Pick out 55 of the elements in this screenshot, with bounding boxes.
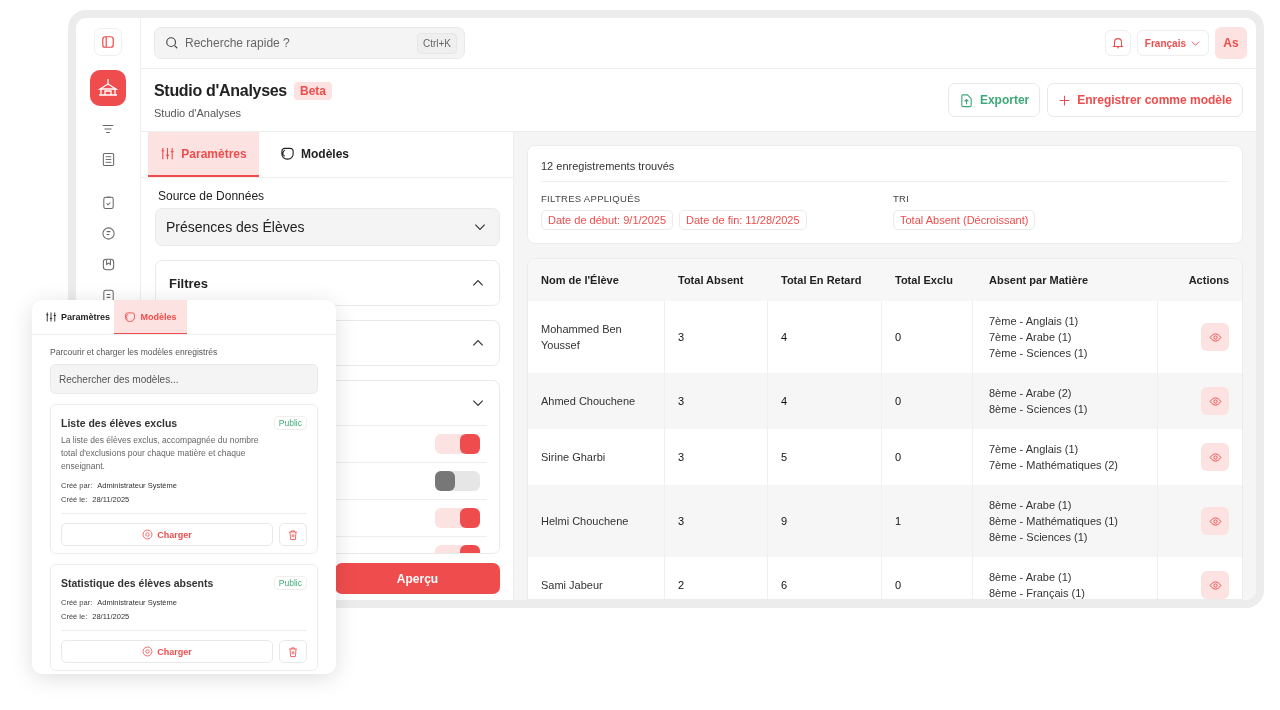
shortcut-key: Ctrl+K [416, 32, 457, 54]
table-cell-text: 7ème - Mathématiques (2) [989, 458, 1118, 473]
table-cell-text: 8ème - Français (1) [989, 586, 1085, 599]
column-header: Total Exclu [895, 274, 953, 286]
table-cell-text: Ahmed Chouchene [541, 394, 636, 409]
table-cell-text: Helmi Chouchene [541, 514, 629, 529]
table-cell-text: 7ème - Sciences (1) [989, 346, 1088, 361]
table-cell: 4 [781, 331, 788, 343]
table-cell: 0 [895, 579, 902, 591]
table-cell: 9 [781, 515, 788, 527]
beta-badge: Beta [293, 81, 332, 100]
table-cell: 3 [678, 331, 685, 343]
visibility-badge: Public [273, 576, 307, 590]
record-count: 12 enregistrements trouvés [541, 160, 1229, 182]
table-cell-text: 8ème - Arabe (2) [989, 386, 1073, 401]
filter-chip: Date de début: 9/1/2025 [541, 210, 674, 230]
table-cell-text: 8ème - Mathématiques (1) [989, 514, 1118, 529]
table-cell: 3 [678, 515, 685, 527]
table-cell-text: 8ème - Arabe (1) [989, 570, 1073, 585]
table-cell: 0 [895, 395, 902, 407]
template-description: La liste des élèves exclus, accompagnée du nombre total d'exclusions pour chaque matière et chaque enseignant. [61, 434, 260, 473]
column-header: Total En Retard [781, 274, 862, 286]
table-cell: 3 [678, 395, 685, 407]
table-cell: 0 [895, 451, 902, 463]
column-header: Total Absent [678, 274, 744, 286]
template-title: Liste des élèves exclus [61, 417, 178, 429]
table-cell-text: 7ème - Anglais (1) [989, 442, 1080, 457]
page-title: Studio d'Analyses [154, 81, 287, 100]
table-cell-text: Sami Jabeur [541, 578, 603, 593]
page-subtitle: Studio d'Analyses [154, 106, 243, 119]
table-cell-text: 7ème - Anglais (1) [989, 314, 1080, 329]
table-cell: 0 [895, 331, 902, 343]
column-header: Actions [1188, 274, 1229, 286]
table-cell: 1 [895, 515, 902, 527]
field-label: Source de Données [157, 189, 266, 203]
column-header: Absent par Matière [989, 274, 1089, 286]
table-cell-text: 8ème - Sciences (1) [989, 402, 1088, 417]
table-cell-text: 8ème - Sciences (1) [989, 530, 1089, 545]
table-cell-text: Mohammed Ben Youssef [541, 322, 623, 353]
table-cell: 5 [781, 451, 788, 463]
table-cell: 2 [678, 579, 685, 591]
table-cell-text: 7ème - Arabe (1) [989, 330, 1073, 345]
table-cell: 4 [781, 395, 788, 407]
sort-caption: TRI [893, 193, 911, 204]
sort-chip: Total Absent (Décroissant) [893, 210, 1036, 230]
table-cell: 6 [781, 579, 788, 591]
template-title: Statistique des élèves absents [61, 577, 214, 589]
visibility-badge: Public [273, 416, 307, 430]
popup-description: Parcourir et charger les modèles enregistrés [50, 347, 219, 357]
filters-caption: FILTRES APPLIQUÉS [541, 193, 642, 204]
table-cell: 3 [678, 451, 685, 463]
column-header: Nom de l'Élève [541, 273, 619, 288]
table-cell-text: 8ème - Arabe (1) [989, 498, 1073, 513]
filter-chip: Date de fin: 11/28/2025 [679, 210, 807, 230]
table-cell-text: Sirine Gharbi [541, 450, 606, 465]
